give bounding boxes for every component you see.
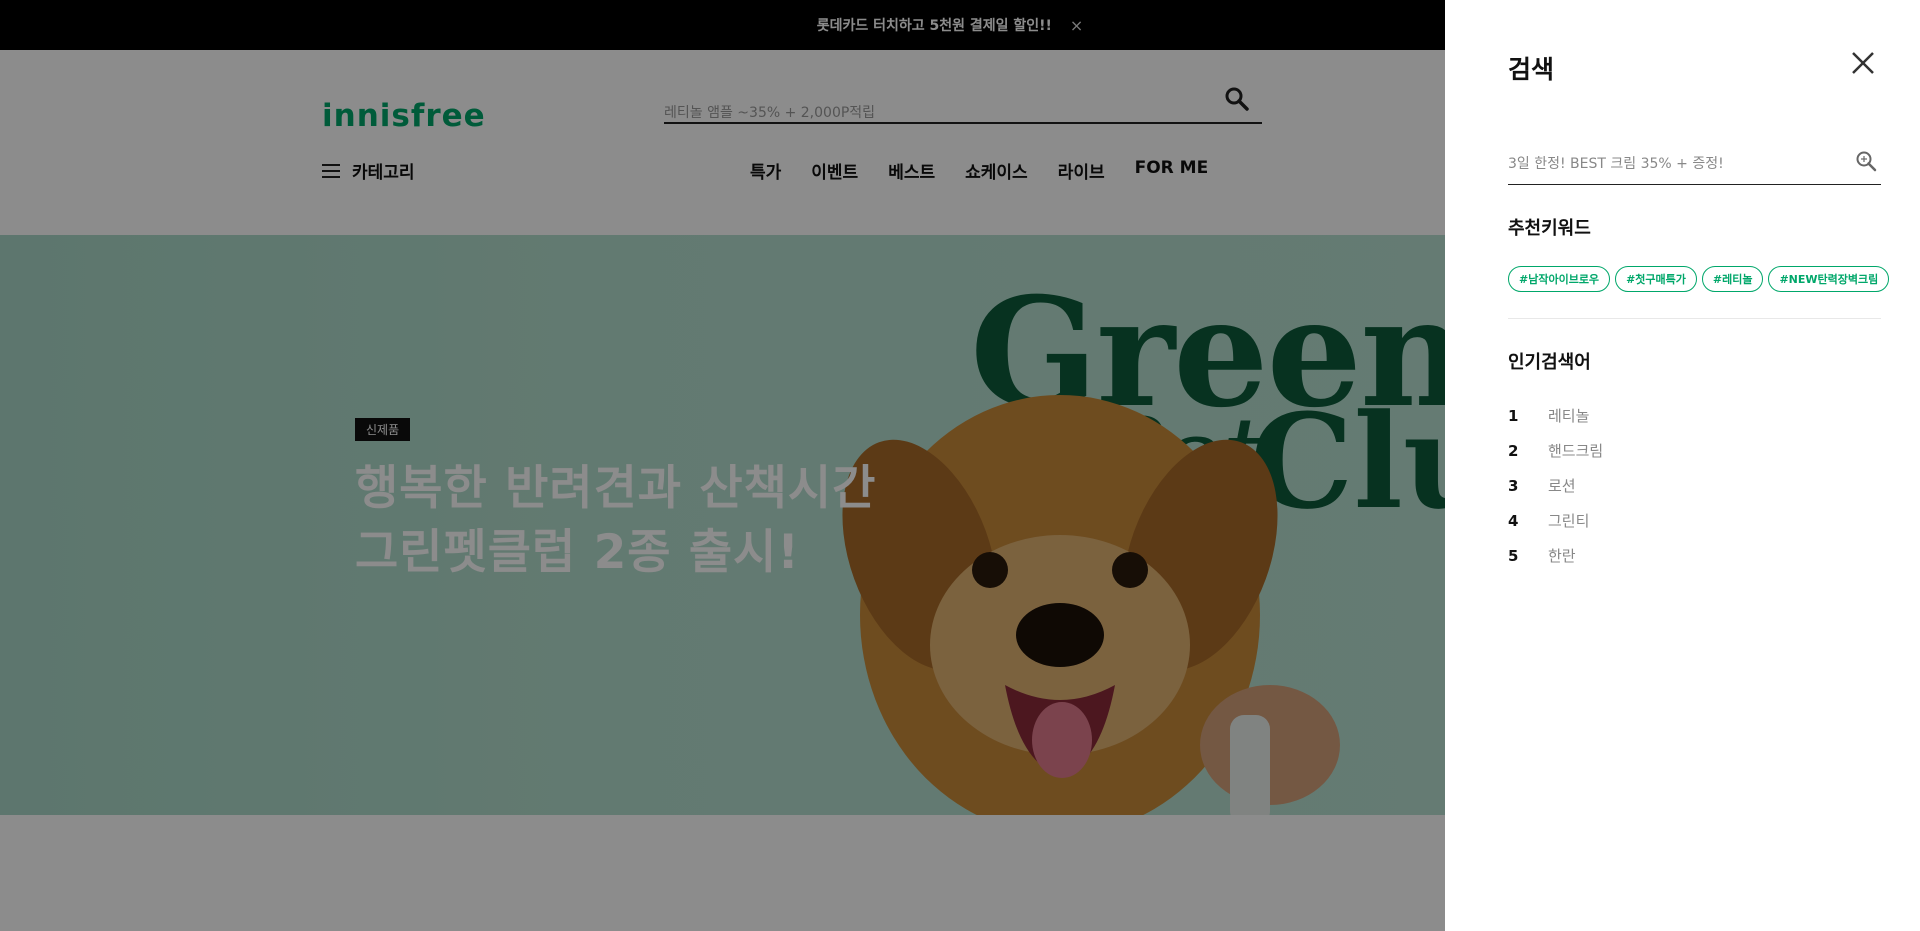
tag-chip[interactable]: #NEW탄력장벽크림 <box>1768 266 1890 292</box>
panel-title: 검색 <box>1508 55 1555 84</box>
popular-item[interactable]: 2 핸드크림 <box>1508 433 1881 468</box>
popular-item[interactable]: 1 레티놀 <box>1508 398 1881 433</box>
search-icon[interactable] <box>1855 150 1877 176</box>
panel-search-input[interactable]: 3일 한정! BEST 크림 35% + 증정! <box>1508 140 1881 185</box>
rank-number: 5 <box>1508 546 1519 565</box>
tag-chip[interactable]: #레티놀 <box>1701 266 1764 292</box>
popular-item[interactable]: 3 로션 <box>1508 468 1881 503</box>
modal-backdrop[interactable] <box>0 0 1445 931</box>
tag-chip[interactable]: #첫구매특가 <box>1615 266 1697 292</box>
rank-keyword[interactable]: 로션 <box>1548 475 1576 496</box>
search-panel: 검색 3일 한정! BEST 크림 35% + 증정! 추천키워드 #남작아이브… <box>1445 0 1920 931</box>
rank-keyword[interactable]: 한란 <box>1548 545 1576 566</box>
close-icon[interactable] <box>1850 50 1876 76</box>
popular-item[interactable]: 4 그린티 <box>1508 503 1881 538</box>
rank-keyword[interactable]: 레티놀 <box>1548 405 1589 426</box>
popular-item[interactable]: 5 한란 <box>1508 538 1881 573</box>
rank-number: 4 <box>1508 511 1519 530</box>
rank-number: 3 <box>1508 476 1519 495</box>
rank-number: 2 <box>1508 441 1519 460</box>
rank-keyword[interactable]: 그린티 <box>1548 510 1589 531</box>
panel-search-placeholder: 3일 한정! BEST 크림 35% + 증정! <box>1508 156 1724 172</box>
recommended-tags: #남작아이브로우 #첫구매특가 #레티놀 #NEW탄력장벽크림 <box>1508 266 1890 292</box>
divider <box>1508 318 1881 319</box>
recommended-title: 추천키워드 <box>1508 218 1591 239</box>
rank-keyword[interactable]: 핸드크림 <box>1548 440 1603 461</box>
rank-number: 1 <box>1508 406 1519 425</box>
popular-title: 인기검색어 <box>1508 352 1591 373</box>
popular-list: 1 레티놀 2 핸드크림 3 로션 4 그린티 5 한란 <box>1508 398 1881 573</box>
tag-chip[interactable]: #남작아이브로우 <box>1508 266 1611 292</box>
